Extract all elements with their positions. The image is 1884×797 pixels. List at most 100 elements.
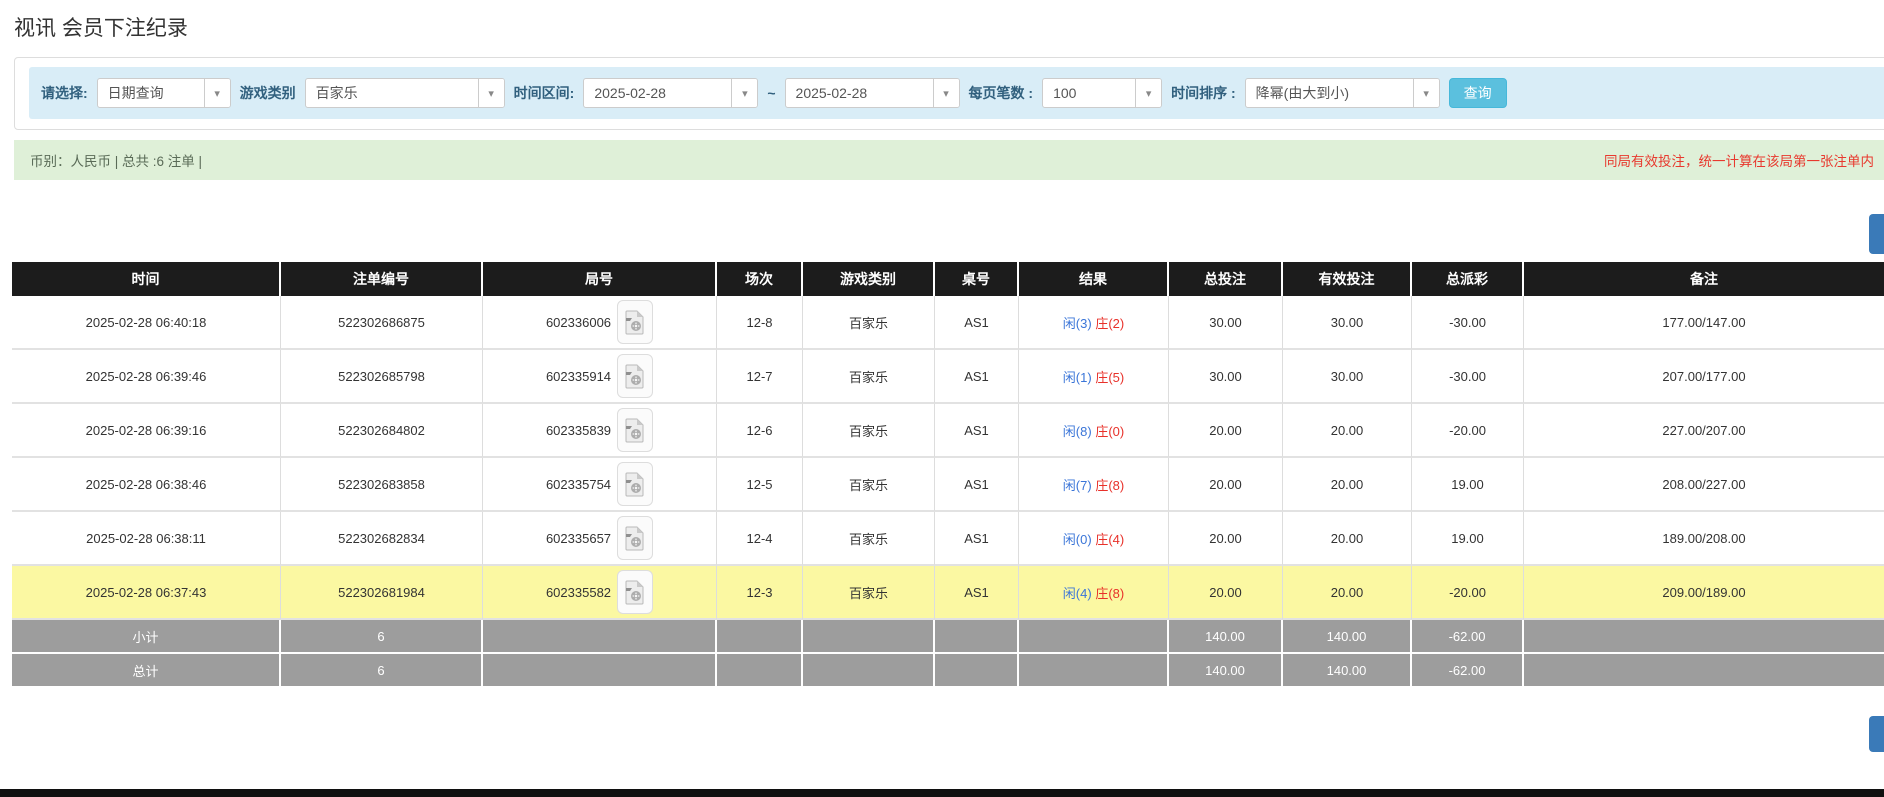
cell-table-id: AS1 bbox=[935, 458, 1019, 512]
round-id-text: 602335914 bbox=[546, 369, 611, 384]
video-record-icon bbox=[625, 310, 645, 335]
cell-session: 12-5 bbox=[717, 458, 803, 512]
cell-bet-id: 522302684802 bbox=[281, 404, 483, 458]
video-replay-button[interactable] bbox=[617, 516, 653, 560]
cell-round-id: 602335657 bbox=[483, 512, 717, 566]
result-banker: 庄(8) bbox=[1095, 586, 1124, 601]
cell-game-type: 百家乐 bbox=[803, 296, 935, 350]
column-header: 注单编号 bbox=[281, 262, 483, 296]
summary-payout: -62.00 bbox=[1412, 654, 1524, 688]
cell-total-bet[interactable]: 30.00 bbox=[1169, 296, 1283, 350]
clipped-blue-button-bottom[interactable] bbox=[1869, 716, 1884, 752]
date-from-select[interactable]: 2025-02-28 ▾ bbox=[583, 78, 758, 108]
video-record-icon bbox=[625, 526, 645, 551]
result-player: 闲(1) bbox=[1063, 370, 1092, 385]
result-banker: 庄(4) bbox=[1095, 532, 1124, 547]
result-banker: 庄(2) bbox=[1095, 316, 1124, 331]
chevron-down-icon[interactable]: ▾ bbox=[1413, 79, 1439, 107]
cell-total-bet[interactable]: 30.00 bbox=[1169, 350, 1283, 404]
cell-result: 闲(7) 庄(8) bbox=[1019, 458, 1169, 512]
cell-result: 闲(3) 庄(2) bbox=[1019, 296, 1169, 350]
cell-valid-bet: 20.00 bbox=[1283, 566, 1412, 620]
cell-game-type: 百家乐 bbox=[803, 566, 935, 620]
chevron-down-icon[interactable]: ▾ bbox=[731, 79, 757, 107]
cell-valid-bet: 20.00 bbox=[1283, 458, 1412, 512]
column-header: 时间 bbox=[12, 262, 281, 296]
cell-payout: -30.00 bbox=[1412, 350, 1524, 404]
cell-round-id: 602335754 bbox=[483, 458, 717, 512]
round-id-text: 602336006 bbox=[546, 315, 611, 330]
cell-result: 闲(1) 庄(5) bbox=[1019, 350, 1169, 404]
summary-row: 小计6140.00140.00-62.00 bbox=[12, 620, 1884, 654]
chevron-down-icon[interactable]: ▾ bbox=[204, 79, 230, 107]
column-header: 总投注 bbox=[1169, 262, 1283, 296]
clipped-blue-button-top[interactable] bbox=[1869, 214, 1884, 254]
date-to-value: 2025-02-28 bbox=[786, 79, 933, 107]
summary-empty-cell bbox=[717, 654, 803, 688]
video-replay-button[interactable] bbox=[617, 354, 653, 398]
column-header: 备注 bbox=[1524, 262, 1884, 296]
query-type-select[interactable]: 日期查询 ▾ bbox=[97, 78, 231, 108]
video-record-icon bbox=[625, 364, 645, 389]
cell-payout: 19.00 bbox=[1412, 458, 1524, 512]
video-replay-button[interactable] bbox=[617, 462, 653, 506]
cell-total-bet[interactable]: 20.00 bbox=[1169, 512, 1283, 566]
query-type-label: 请选择: bbox=[41, 83, 88, 103]
column-header: 局号 bbox=[483, 262, 717, 296]
column-header: 游戏类别 bbox=[803, 262, 935, 296]
cell-total-bet[interactable]: 20.00 bbox=[1169, 458, 1283, 512]
bottom-bar bbox=[0, 789, 1884, 797]
result-player: 闲(0) bbox=[1063, 532, 1092, 547]
video-replay-button[interactable] bbox=[617, 408, 653, 452]
round-id-text: 602335657 bbox=[546, 531, 611, 546]
cell-result: 闲(4) 庄(8) bbox=[1019, 566, 1169, 620]
table-row: 2025-02-28 06:39:16522302684802602335839… bbox=[12, 404, 1884, 458]
video-replay-button[interactable] bbox=[617, 300, 653, 344]
date-to-select[interactable]: 2025-02-28 ▾ bbox=[785, 78, 960, 108]
cell-table-id: AS1 bbox=[935, 350, 1019, 404]
cell-time: 2025-02-28 06:38:11 bbox=[12, 512, 281, 566]
summary-empty-cell bbox=[803, 620, 935, 654]
cell-valid-bet: 20.00 bbox=[1283, 404, 1412, 458]
cell-total-bet[interactable]: 20.00 bbox=[1169, 404, 1283, 458]
summary-bar: 币别：人民币 | 总共 :6 注单 | 同局有效投注，统一计算在该局第一张注单内 bbox=[14, 140, 1884, 180]
cell-table-id: AS1 bbox=[935, 404, 1019, 458]
column-header: 有效投注 bbox=[1283, 262, 1412, 296]
video-replay-button[interactable] bbox=[617, 570, 653, 614]
cell-session: 12-8 bbox=[717, 296, 803, 350]
game-type-label: 游戏类别 bbox=[240, 83, 296, 103]
cell-game-type: 百家乐 bbox=[803, 512, 935, 566]
summary-empty-cell bbox=[1019, 620, 1169, 654]
page-size-label: 每页笔数 : bbox=[969, 83, 1034, 103]
currency-summary-text: 币别：人民币 | 总共 :6 注单 | bbox=[30, 150, 202, 170]
chevron-down-icon[interactable]: ▾ bbox=[1135, 79, 1161, 107]
sort-order-select[interactable]: 降幂(由大到小) ▾ bbox=[1245, 78, 1440, 108]
game-type-select[interactable]: 百家乐 ▾ bbox=[305, 78, 505, 108]
filter-panel: 请选择: 日期查询 ▾ 游戏类别 百家乐 ▾ 时间区间: 2025-02-28 … bbox=[14, 57, 1884, 130]
chevron-down-icon[interactable]: ▾ bbox=[478, 79, 504, 107]
summary-empty-cell bbox=[483, 620, 717, 654]
cell-total-bet[interactable]: 20.00 bbox=[1169, 566, 1283, 620]
result-player: 闲(8) bbox=[1063, 424, 1092, 439]
cell-remark: 227.00/207.00 bbox=[1524, 404, 1884, 458]
summary-empty-cell bbox=[717, 620, 803, 654]
cell-remark: 189.00/208.00 bbox=[1524, 512, 1884, 566]
cell-payout: -20.00 bbox=[1412, 566, 1524, 620]
cell-remark: 177.00/147.00 bbox=[1524, 296, 1884, 350]
summary-empty-cell bbox=[483, 654, 717, 688]
valid-bet-note: 同局有效投注，统一计算在该局第一张注单内 bbox=[1604, 150, 1874, 170]
summary-remark bbox=[1524, 654, 1884, 688]
cell-bet-id: 522302682834 bbox=[281, 512, 483, 566]
query-button[interactable]: 查询 bbox=[1449, 78, 1507, 108]
summary-valid-bet: 140.00 bbox=[1283, 654, 1412, 688]
chevron-down-icon[interactable]: ▾ bbox=[933, 79, 959, 107]
summary-total-bet: 140.00 bbox=[1169, 620, 1283, 654]
summary-empty-cell bbox=[935, 654, 1019, 688]
page-size-value: 100 bbox=[1043, 79, 1135, 107]
sort-order-value: 降幂(由大到小) bbox=[1246, 79, 1413, 107]
cell-game-type: 百家乐 bbox=[803, 404, 935, 458]
page-size-select[interactable]: 100 ▾ bbox=[1042, 78, 1162, 108]
cell-result: 闲(0) 庄(4) bbox=[1019, 512, 1169, 566]
cell-payout: -20.00 bbox=[1412, 404, 1524, 458]
column-header: 总派彩 bbox=[1412, 262, 1524, 296]
